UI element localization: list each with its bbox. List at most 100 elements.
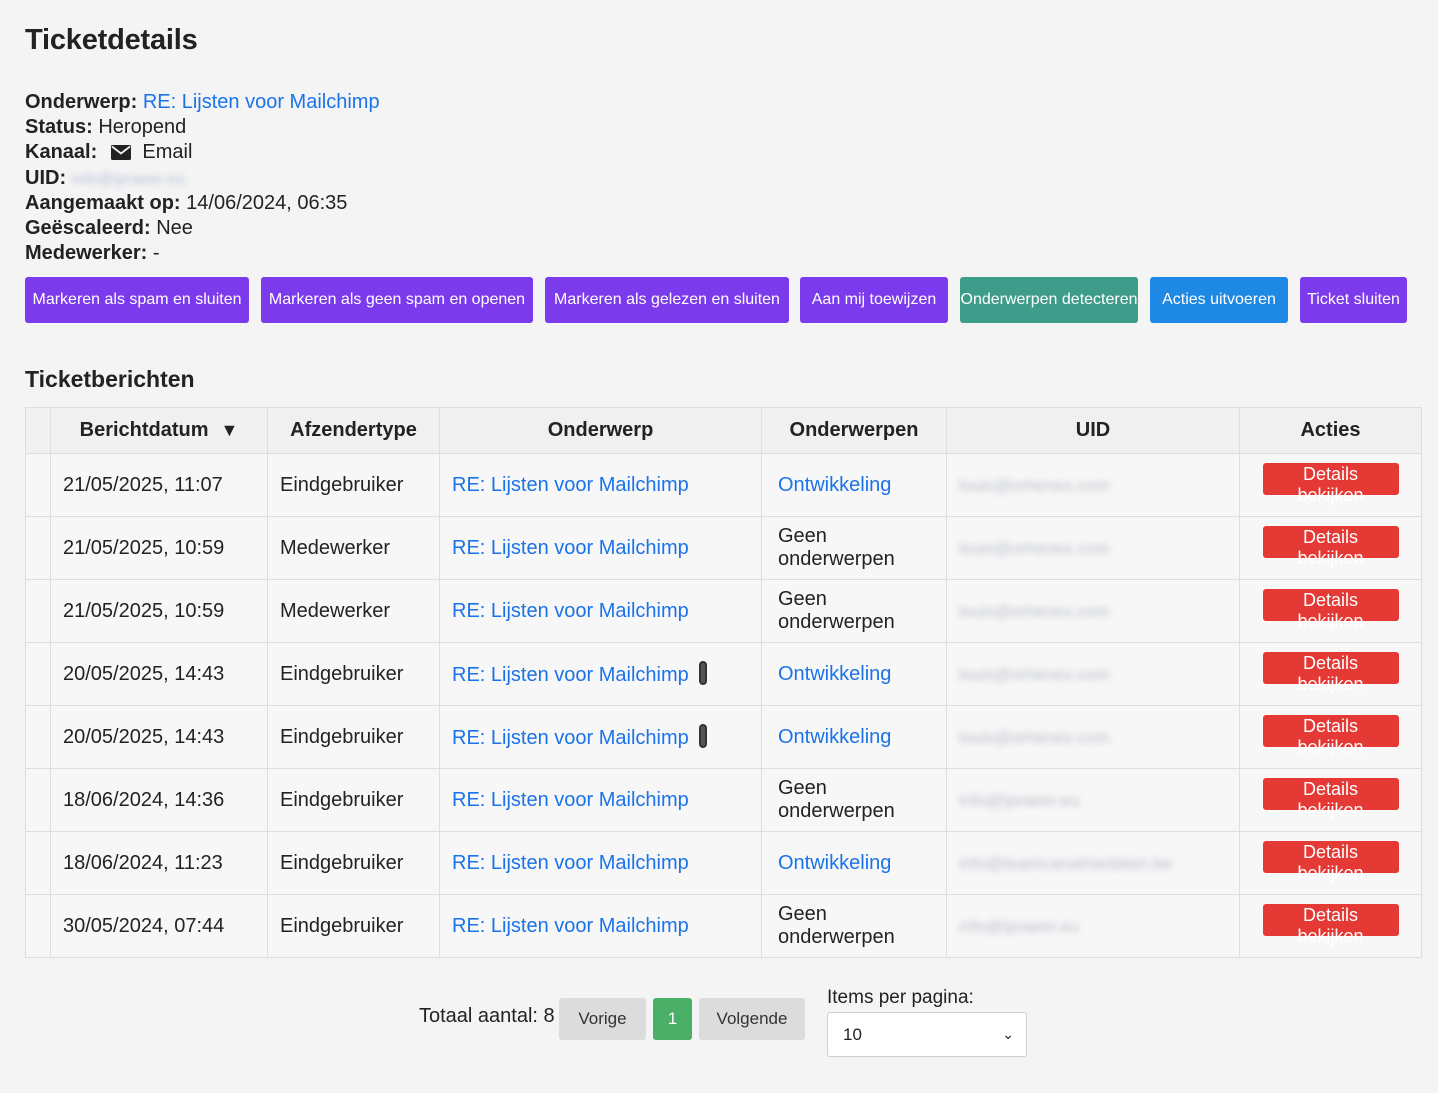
row-select-cell xyxy=(25,579,51,643)
status-value: Heropend xyxy=(98,116,187,139)
topics-value: Geen onderwerpen xyxy=(778,588,895,633)
sort-desc-icon[interactable]: ▼ xyxy=(221,420,239,440)
previous-page-button[interactable]: Vorige xyxy=(559,998,646,1040)
status-label: Status: xyxy=(25,116,93,139)
subject-cell: RE: Lijsten voor Mailchimp xyxy=(439,453,762,517)
topics-cell: Geen onderwerpen xyxy=(761,579,947,643)
subject-cell: RE: Lijsten voor Mailchimp xyxy=(439,831,762,895)
actions-cell: Details bekijken xyxy=(1239,579,1422,643)
uid-value: info@teamcanalmedaten.be xyxy=(959,853,1172,873)
topic-link[interactable]: Ontwikkeling xyxy=(778,663,891,685)
uid-value: louis@orhenex.com xyxy=(959,664,1110,684)
uid-value: louis@orhenex.com xyxy=(959,601,1110,621)
view-details-button[interactable]: Details bekijken xyxy=(1262,904,1399,946)
messages-table-body: 21/05/2025, 11:07 Eindgebruiker RE: Lijste… xyxy=(25,453,1422,958)
uid-value: info@ipraeer.eu xyxy=(959,790,1080,810)
header-date-label: Berichtdatum xyxy=(79,419,209,441)
mark-not-spam-open-button[interactable]: Markeren als geen spam en openen xyxy=(261,277,533,323)
subject-cell: RE: Lijsten voor Mailchimp xyxy=(439,894,762,958)
table-row: 18/06/2024, 14:36 Eindgebruiker RE: Lijste… xyxy=(25,768,1422,832)
sender-type: Eindgebruiker xyxy=(267,831,440,895)
pagination: Totaal aantal: 8 Vorige 1 Volgende Items… xyxy=(0,985,1438,1065)
header-sender-type: Afzendertype xyxy=(267,407,440,454)
message-date: 21/05/2025, 10:59 xyxy=(50,579,268,643)
messages-table-container: Berichtdatum ▼ Afzendertype Onderwerp Ond… xyxy=(25,407,1422,958)
message-date: 20/05/2025, 14:43 xyxy=(50,705,268,769)
subject-cell: RE: Lijsten voor Mailchimp xyxy=(439,768,762,832)
subject-link[interactable]: RE: Lijsten voor Mailchimp xyxy=(452,915,689,937)
subject-link[interactable]: RE: Lijsten voor Mailchimp xyxy=(143,91,380,113)
channel-row: Kanaal: Email xyxy=(25,140,1438,165)
topic-link[interactable]: Ontwikkeling xyxy=(778,852,891,874)
view-details-button[interactable]: Details bekijken xyxy=(1262,526,1399,568)
channel-value: Email xyxy=(142,141,193,164)
table-row: 30/05/2024, 07:44 Eindgebruiker RE: Lijste… xyxy=(25,894,1422,958)
subject-link[interactable]: RE: Lijsten voor Mailchimp xyxy=(452,474,689,496)
uid-value: info@ipraeer.eu xyxy=(959,916,1080,936)
table-header-row: Berichtdatum ▼ Afzendertype Onderwerp Ond… xyxy=(25,407,1422,454)
close-ticket-button[interactable]: Ticket sluiten xyxy=(1300,277,1407,323)
mark-spam-close-button[interactable]: Markeren als spam en sluiten xyxy=(25,277,249,323)
header-actions: Acties xyxy=(1239,407,1422,454)
subject-link[interactable]: RE: Lijsten voor Mailchimp xyxy=(452,852,689,874)
message-date: 18/06/2024, 14:36 xyxy=(50,768,268,832)
table-row: 21/05/2025, 10:59 Medewerker RE: Lijsten v… xyxy=(25,516,1422,580)
topic-link[interactable]: Ontwikkeling xyxy=(778,726,891,748)
items-per-page-select[interactable]: 10 ⌄ xyxy=(827,1012,1027,1057)
view-details-button[interactable]: Details bekijken xyxy=(1262,463,1399,505)
row-select-cell xyxy=(25,516,51,580)
uid-cell: louis@orhenex.com xyxy=(946,579,1240,643)
topic-link[interactable]: Ontwikkeling xyxy=(778,474,891,496)
sender-type: Medewerker xyxy=(267,516,440,580)
message-date: 18/06/2024, 11:23 xyxy=(50,831,268,895)
header-date[interactable]: Berichtdatum ▼ xyxy=(50,407,268,454)
assign-to-me-button[interactable]: Aan mij toewijzen xyxy=(800,277,948,323)
ticket-details-page: Ticketdetails Onderwerp: RE: Lijsten voo… xyxy=(0,0,1438,266)
subject-link[interactable]: RE: Lijsten voor Mailchimp xyxy=(452,789,689,811)
topics-value: Geen onderwerpen xyxy=(778,525,895,570)
items-per-page-label: Items per pagina: xyxy=(827,987,974,1008)
mark-read-close-button[interactable]: Markeren als gelezen en sluiten xyxy=(545,277,789,323)
view-details-button[interactable]: Details bekijken xyxy=(1262,715,1399,757)
messages-section-title: Ticketberichten xyxy=(25,366,195,392)
created-row: Aangemaakt op: 14/06/2024, 06:35 xyxy=(25,191,1438,216)
uid-row: UID: info@ipraeer.eu xyxy=(25,166,1438,191)
uid-cell: louis@orhenex.com xyxy=(946,453,1240,517)
attachment-icon xyxy=(698,661,707,685)
header-subject: Onderwerp xyxy=(439,407,762,454)
row-select-cell xyxy=(25,642,51,706)
subject-link[interactable]: RE: Lijsten voor Mailchimp xyxy=(452,537,689,559)
header-topics: Onderwerpen xyxy=(761,407,947,454)
items-per-page-value: 10 xyxy=(843,1025,862,1044)
detect-topics-button[interactable]: Onderwerpen detecteren xyxy=(960,277,1138,323)
view-details-button[interactable]: Details bekijken xyxy=(1262,589,1399,631)
sender-type: Eindgebruiker xyxy=(267,894,440,958)
run-actions-button[interactable]: Acties uitvoeren xyxy=(1150,277,1288,323)
actions-cell: Details bekijken xyxy=(1239,705,1422,769)
topics-value: Geen onderwerpen xyxy=(778,903,895,948)
uid-cell: louis@orhenex.com xyxy=(946,642,1240,706)
row-select-cell xyxy=(25,894,51,958)
view-details-button[interactable]: Details bekijken xyxy=(1262,841,1399,883)
uid-cell: louis@orhenex.com xyxy=(946,705,1240,769)
subject-link[interactable]: RE: Lijsten voor Mailchimp xyxy=(452,664,689,686)
uid-cell: info@ipraeer.eu xyxy=(946,768,1240,832)
subject-cell: RE: Lijsten voor Mailchimp xyxy=(439,579,762,643)
uid-cell: louis@orhenex.com xyxy=(946,516,1240,580)
subject-link[interactable]: RE: Lijsten voor Mailchimp xyxy=(452,727,689,749)
view-details-button[interactable]: Details bekijken xyxy=(1262,778,1399,820)
table-row: 21/05/2025, 11:07 Eindgebruiker RE: Lijste… xyxy=(25,453,1422,517)
row-select-cell xyxy=(25,768,51,832)
next-page-button[interactable]: Volgende xyxy=(699,998,805,1040)
subject-row: Onderwerp: RE: Lijsten voor Mailchimp xyxy=(25,90,1438,115)
view-details-button[interactable]: Details bekijken xyxy=(1262,652,1399,694)
topics-value: Geen onderwerpen xyxy=(778,777,895,822)
subject-link[interactable]: RE: Lijsten voor Mailchimp xyxy=(452,600,689,622)
actions-cell: Details bekijken xyxy=(1239,516,1422,580)
row-select-cell xyxy=(25,705,51,769)
uid-label: UID: xyxy=(25,166,67,189)
status-row: Status: Heropend xyxy=(25,115,1438,140)
page-1-button[interactable]: 1 xyxy=(653,998,692,1040)
agent-value: - xyxy=(152,242,160,265)
sender-type: Eindgebruiker xyxy=(267,768,440,832)
